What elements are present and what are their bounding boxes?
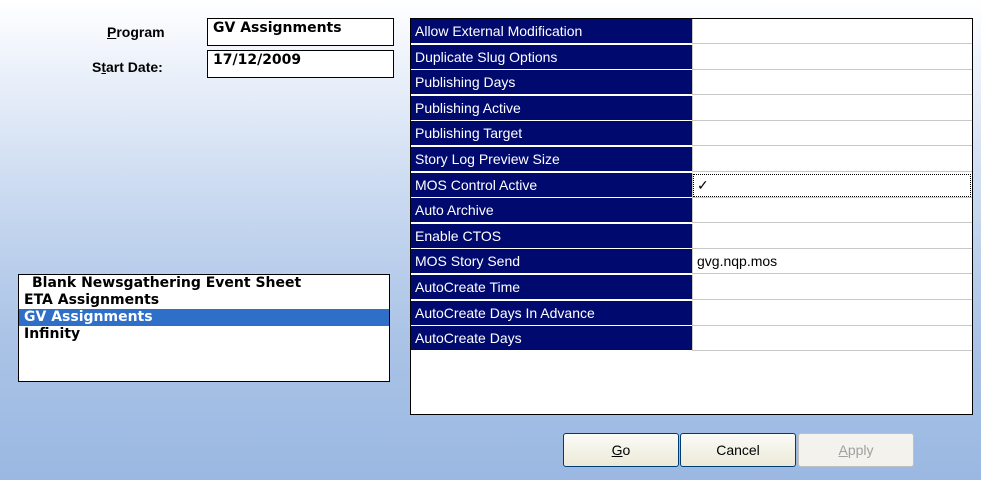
program-listbox[interactable]: Blank Newsgathering Event Sheet ETA Assig… xyxy=(18,274,390,382)
start-date-label: Start Date: xyxy=(92,59,163,75)
property-name: Allow External Modification xyxy=(411,19,692,44)
property-row[interactable]: AutoCreate Days In Advance xyxy=(411,300,972,327)
program-list-item[interactable]: GV Assignments xyxy=(19,309,389,326)
cancel-button[interactable]: Cancel xyxy=(680,433,796,467)
property-value[interactable] xyxy=(692,147,972,172)
property-name: AutoCreate Days xyxy=(411,326,692,352)
program-list-item[interactable]: ETA Assignments xyxy=(19,292,389,309)
program-label: Program xyxy=(107,24,165,40)
property-value[interactable] xyxy=(692,44,972,70)
property-value[interactable] xyxy=(692,223,972,249)
property-name: Publishing Days xyxy=(411,70,692,96)
property-row[interactable]: Publishing Target xyxy=(411,121,972,147)
program-list-item[interactable]: Infinity xyxy=(19,326,389,343)
property-row[interactable]: MOS Control Active ✓ xyxy=(411,172,972,199)
property-row[interactable]: Publishing Active xyxy=(411,95,972,122)
property-name: MOS Story Send xyxy=(411,249,692,275)
property-row[interactable]: Story Log Preview Size xyxy=(411,147,972,173)
properties-grid[interactable]: Allow External Modification Duplicate Slu… xyxy=(410,18,973,415)
program-label-rest: rogram xyxy=(116,24,165,40)
property-value[interactable] xyxy=(692,275,972,300)
property-row[interactable]: Enable CTOS xyxy=(411,223,972,250)
property-row[interactable]: AutoCreate Time xyxy=(411,275,972,301)
property-row[interactable]: AutoCreate Days xyxy=(411,326,972,352)
property-name: MOS Control Active xyxy=(411,172,692,198)
property-value[interactable] xyxy=(692,70,972,96)
property-value[interactable] xyxy=(692,198,972,224)
property-name: Enable CTOS xyxy=(411,223,692,249)
program-list-item[interactable]: Blank Newsgathering Event Sheet xyxy=(19,275,389,292)
apply-button[interactable]: Apply xyxy=(798,433,914,467)
property-value[interactable] xyxy=(692,326,972,352)
go-button-u: G xyxy=(611,442,623,458)
program-label-u: P xyxy=(107,24,117,40)
property-name: Auto Archive xyxy=(411,198,692,224)
property-name: AutoCreate Days In Advance xyxy=(411,300,692,326)
property-name: Duplicate Slug Options xyxy=(411,44,692,70)
property-row[interactable]: Allow External Modification xyxy=(411,19,972,45)
property-value[interactable] xyxy=(692,121,972,147)
property-name: AutoCreate Time xyxy=(411,275,692,300)
property-value[interactable] xyxy=(692,95,972,121)
program-field[interactable]: GV Assignments xyxy=(207,18,394,46)
property-row[interactable]: Duplicate Slug Options xyxy=(411,44,972,71)
property-value[interactable] xyxy=(692,300,972,326)
apply-button-rest: pply xyxy=(847,442,874,458)
start-date-field[interactable]: 17/12/2009 xyxy=(207,50,394,78)
property-name: Publishing Active xyxy=(411,95,692,121)
property-name: Story Log Preview Size xyxy=(411,147,692,172)
start-date-label-first: S xyxy=(92,59,102,75)
apply-button-u: A xyxy=(838,442,848,458)
go-button[interactable]: Go xyxy=(563,433,679,467)
property-value[interactable]: gvg.nqp.mos xyxy=(692,249,972,275)
property-name: Publishing Target xyxy=(411,121,692,147)
property-value[interactable] xyxy=(692,19,972,44)
property-row[interactable]: MOS Story Send gvg.nqp.mos xyxy=(411,249,972,275)
mos-control-active-checkmark[interactable]: ✓ xyxy=(692,172,972,198)
property-row[interactable]: Publishing Days xyxy=(411,70,972,96)
go-button-rest: o xyxy=(622,442,631,458)
start-date-label-rest: art Date: xyxy=(106,59,163,75)
property-row[interactable]: Auto Archive xyxy=(411,198,972,224)
